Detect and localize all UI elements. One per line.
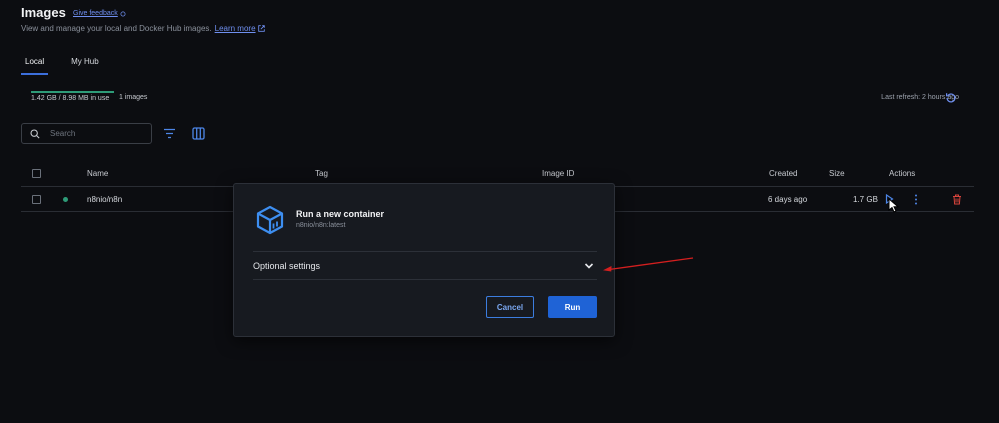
more-vertical-icon[interactable] xyxy=(914,194,918,205)
tab-my-hub[interactable]: My Hub xyxy=(67,57,103,75)
dialog-image-tag: n8nio/n8n:latest xyxy=(296,222,346,229)
column-created[interactable]: Created xyxy=(769,160,797,186)
filter-icon[interactable] xyxy=(163,128,176,139)
page-title: Images xyxy=(21,5,66,20)
cancel-button[interactable]: Cancel xyxy=(486,296,534,318)
give-feedback-label: Give feedback xyxy=(73,10,118,17)
refresh-icon[interactable] xyxy=(944,91,958,105)
in-use-status-dot xyxy=(63,196,68,202)
trash-icon[interactable] xyxy=(952,194,962,205)
learn-more-link[interactable]: Learn more xyxy=(215,24,265,33)
dialog-title: Run a new container xyxy=(296,209,385,219)
annotation-arrow xyxy=(603,257,694,272)
subtitle-text: View and manage your local and Docker Hu… xyxy=(21,24,212,33)
search-input[interactable] xyxy=(48,128,142,139)
run-button[interactable]: Run xyxy=(548,296,597,318)
optional-settings-label: Optional settings xyxy=(253,260,321,271)
cursor-icon xyxy=(888,198,900,213)
disk-usage-bar xyxy=(31,91,114,93)
disk-usage-text: 1.42 GB / 8.98 MB in use xyxy=(31,95,110,102)
column-name[interactable]: Name xyxy=(87,160,108,186)
give-feedback-link[interactable]: Give feedback xyxy=(73,10,126,17)
row-checkbox[interactable] xyxy=(32,194,41,204)
image-count: 1 images xyxy=(119,94,148,101)
columns-icon[interactable] xyxy=(192,127,205,140)
select-all-cell xyxy=(32,160,41,186)
tab-local[interactable]: Local xyxy=(21,57,49,75)
external-link-icon xyxy=(257,25,265,32)
column-actions: Actions xyxy=(889,168,916,178)
row-status-cell xyxy=(63,187,68,211)
optional-settings-toggle[interactable]: Optional settings xyxy=(253,251,597,280)
row-created: 6 days ago xyxy=(768,194,808,204)
learn-more-label: Learn more xyxy=(214,24,256,33)
row-select-cell xyxy=(32,187,41,211)
tab-bar: Local My Hub xyxy=(21,57,103,75)
page-subtitle: View and manage your local and Docker Hu… xyxy=(21,24,265,33)
feedback-icon xyxy=(120,11,126,16)
more-actions-cell xyxy=(914,187,918,211)
cube-icon xyxy=(256,205,284,235)
row-size: 1.7 GB xyxy=(853,194,878,204)
search-box[interactable] xyxy=(21,123,152,144)
select-all-checkbox[interactable] xyxy=(32,168,41,178)
row-image-name[interactable]: n8nio/n8n xyxy=(87,187,122,211)
column-size[interactable]: Size xyxy=(829,160,845,186)
run-container-dialog: Run a new container n8nio/n8n:latest Opt… xyxy=(233,183,615,337)
disk-usage-fill xyxy=(31,91,114,93)
chevron-down-icon[interactable] xyxy=(584,261,594,271)
images-page: Images Give feedback View and manage you… xyxy=(0,0,999,423)
delete-cell xyxy=(952,187,962,211)
search-icon xyxy=(30,128,40,139)
